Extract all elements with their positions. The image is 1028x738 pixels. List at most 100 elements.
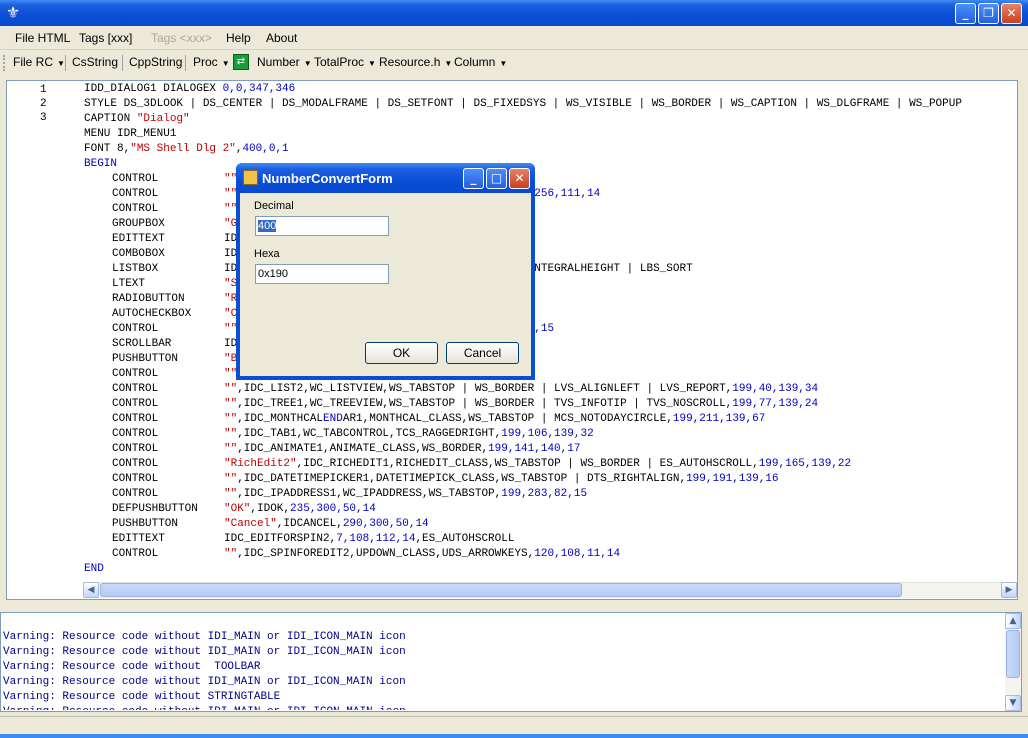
decimal-input[interactable]: 400 <box>255 216 389 236</box>
file-rc-dropdown[interactable]: File RC ▼ <box>13 51 65 74</box>
code-line[interactable]: LISTBOXID LL | LBS_NOINTEGRALHEIGHT | LB… <box>84 262 1016 277</box>
code-line[interactable]: MENU IDR_MENU1 <box>84 127 1016 142</box>
code-keyword: IDD_DIALOG1 DIALOGEX <box>84 83 223 95</box>
menu-help[interactable]: Help <box>226 26 251 50</box>
code-line[interactable]: CONTROL "",IDC_TAB1,WC_TABCONTROL,TCS_RAG… <box>84 427 1016 442</box>
code-line[interactable]: CONTROL "",IDC_LIST2,WC_LISTVIEW,WS_TABST… <box>84 382 1016 397</box>
proc-label: Proc <box>193 55 218 69</box>
code-line[interactable]: CAPTION "Dialog" <box>84 112 1016 127</box>
code-token: "" <box>224 413 238 425</box>
code-line[interactable]: GROUPBOX "G <box>84 217 1016 232</box>
cppstring-button[interactable]: CppString <box>129 51 182 74</box>
code-line[interactable]: PUSHBUTTON "Cancel",IDCANCEL,290,300,50,1… <box>84 517 1016 532</box>
code-line[interactable]: FONT 8,"MS Shell Dlg 2",400,0,1 <box>84 142 1016 157</box>
code-line[interactable]: CONTROL"" 16 <box>84 367 1016 382</box>
line-number: 3 <box>40 112 47 124</box>
convert-icon[interactable]: ⇄ <box>233 54 249 70</box>
csstring-button[interactable]: CsString <box>72 51 118 74</box>
dialog-maximize-button[interactable]: □ <box>486 168 507 189</box>
code-line[interactable]: DEFPUSHBUTTON "OK",IDOK,235,300,50,14 <box>84 502 1016 517</box>
resource-h-label: Resource.h <box>379 55 441 69</box>
code-line[interactable]: SCROLLBAR ID <box>84 337 1016 352</box>
code-line[interactable]: STYLE DS_3DLOOK | DS_CENTER | DS_MODALFR… <box>84 97 1016 112</box>
code-line[interactable]: CONTROL"" 111,20 <box>84 172 1016 187</box>
dialog-close-button[interactable]: ✕ <box>509 168 530 189</box>
resource-h-dropdown[interactable]: Resource.h ▼ <box>379 51 452 74</box>
code-line[interactable]: EDITTEXT ID <box>84 232 1016 247</box>
code-keyword: STYLE DS_3DLOOK | DS_CENTER | DS_MODALFR… <box>84 98 962 110</box>
code-line[interactable]: CONTROL "",IDC_ANIMATE1,ANIMATE_CLASS,WS_… <box>84 442 1016 457</box>
code-line[interactable]: LTEXT "S <box>84 277 1016 292</box>
ok-button[interactable]: OK <box>365 342 438 364</box>
minimize-button[interactable]: _ <box>955 3 976 24</box>
code-line[interactable]: COMBOBOXID ASSTRINGS <box>84 247 1016 262</box>
code-line[interactable]: PUSHBUTTON "B <box>84 352 1016 367</box>
code-keyword: CAPTION <box>84 113 137 125</box>
code-line[interactable]: CONTROL "",IDC_MONTHCALENDAR1,MONTHCAL_CL… <box>84 412 1016 427</box>
code-token: "" <box>224 383 238 395</box>
code-keyword: CONTROL <box>112 188 159 200</box>
toolbar-grip[interactable] <box>3 55 6 71</box>
proc-dropdown[interactable]: Proc ▼ <box>193 51 230 74</box>
chevron-down-icon: ▼ <box>303 59 312 68</box>
code-keyword: END <box>84 563 104 575</box>
vertical-scroll-thumb[interactable] <box>1006 630 1020 678</box>
code-line[interactable]: CONTROL "",IDC_IPADDRESS1,WC_IPADDRESS,WS… <box>84 487 1016 502</box>
maximize-button[interactable]: ❐ <box>978 3 999 24</box>
scroll-left-icon[interactable]: ◀ <box>83 582 99 598</box>
code-line[interactable]: END <box>84 562 1016 577</box>
code-keyword: COMBOBOX <box>112 248 165 260</box>
chevron-down-icon: ▼ <box>57 59 65 68</box>
window-title-bar[interactable] <box>0 0 1028 26</box>
dialog-minimize-button[interactable]: _ <box>463 168 484 189</box>
scroll-right-icon[interactable]: ▶ <box>1001 582 1017 598</box>
code-line[interactable]: CONTROL "RichEdit2",IDC_RICHEDIT1,RICHEDI… <box>84 457 1016 472</box>
code-line[interactable]: CONTROL"" YS,120,91,11,15 <box>84 322 1016 337</box>
menu-tags-brackets[interactable]: Tags [xxx] <box>79 26 132 50</box>
code-line[interactable]: CONTROL "",IDC_DATETIMEPICKER1,DATETIMEPI… <box>84 472 1016 487</box>
code-line[interactable]: EDITTEXT IDC_EDITFORSPIN2,7,108,112,14,ES… <box>84 532 1016 547</box>
code-keyword: CONTROL <box>112 413 159 425</box>
number-dropdown[interactable]: Number ▼ <box>257 51 312 74</box>
code-line[interactable]: CONTROL "",IDC_SPINFOREDIT2,UPDOWN_CLASS,… <box>84 547 1016 562</box>
cancel-button[interactable]: Cancel <box>446 342 519 364</box>
code-token: "" <box>224 428 238 440</box>
code-token: "Cancel" <box>224 518 277 530</box>
code-line[interactable]: AUTOCHECKBOX "C <box>84 307 1016 322</box>
close-button[interactable]: ✕ <box>1001 3 1022 24</box>
code-keyword: PUSHBUTTON <box>112 353 179 365</box>
hexa-input[interactable]: 0x190 <box>255 264 389 284</box>
code-token: ,IDC_TREE1,WC_TREEVIEW,WS_TABSTOP | WS_B… <box>237 398 733 410</box>
code-keyword: EDITTEXT <box>112 533 165 545</box>
code-keyword: EDITTEXT <box>112 233 165 245</box>
column-label: Column <box>454 55 496 69</box>
chevron-down-icon: ▼ <box>444 59 453 68</box>
menu-about[interactable]: About <box>266 26 297 50</box>
code-token: 199,191,139,16 <box>686 473 779 485</box>
code-keyword: CONTROL <box>112 443 159 455</box>
code-line[interactable]: BEGIN <box>84 157 1016 172</box>
code-token: ,IDC_LIST2,WC_LISTVIEW,WS_TABSTOP | WS_B… <box>237 383 733 395</box>
code-text[interactable]: IDD_DIALOG1 DIALOGEX 0,0,347,346 STYLE DS… <box>84 82 1016 582</box>
code-token: 199,141,140,17 <box>488 443 581 455</box>
code-token: ,IDCANCEL, <box>276 518 343 530</box>
scroll-up-icon[interactable]: ▲ <box>1005 613 1021 629</box>
horizontal-scroll-thumb[interactable] <box>100 583 902 597</box>
code-line[interactable]: CONTROL"" S_NOTICKS,7,256,111,14 <box>84 187 1016 202</box>
code-keyword: CONTROL <box>112 488 159 500</box>
output-text: Varning: Resource code without IDI_MAIN … <box>3 630 1003 710</box>
code-line[interactable]: IDD_DIALOG1 DIALOGEX 0,0,347,346 <box>84 82 1016 97</box>
code-line[interactable]: CONTROL"" 12,15 <box>84 202 1016 217</box>
code-token: ,IDC_ANIMATE1,ANIMATE_CLASS,WS_BORDER, <box>237 443 489 455</box>
decimal-label: Decimal <box>254 200 294 212</box>
column-dropdown[interactable]: Column ▼ <box>454 51 507 74</box>
code-keyword: LISTBOX <box>112 263 159 275</box>
code-keyword: CONTROL <box>112 428 159 440</box>
toolbar-separator <box>185 55 186 71</box>
code-line[interactable]: RADIOBUTTON "R <box>84 292 1016 307</box>
code-token: ,IDC_RICHEDIT1,RICHEDIT_CLASS,WS_TABSTOP… <box>296 458 759 470</box>
code-line[interactable]: CONTROL "",IDC_TREE1,WC_TREEVIEW,WS_TABST… <box>84 397 1016 412</box>
totalproc-dropdown[interactable]: TotalProc ▼ <box>314 51 376 74</box>
menu-file-html[interactable]: File HTML <box>15 26 70 50</box>
scroll-down-icon[interactable]: ▼ <box>1005 695 1021 711</box>
